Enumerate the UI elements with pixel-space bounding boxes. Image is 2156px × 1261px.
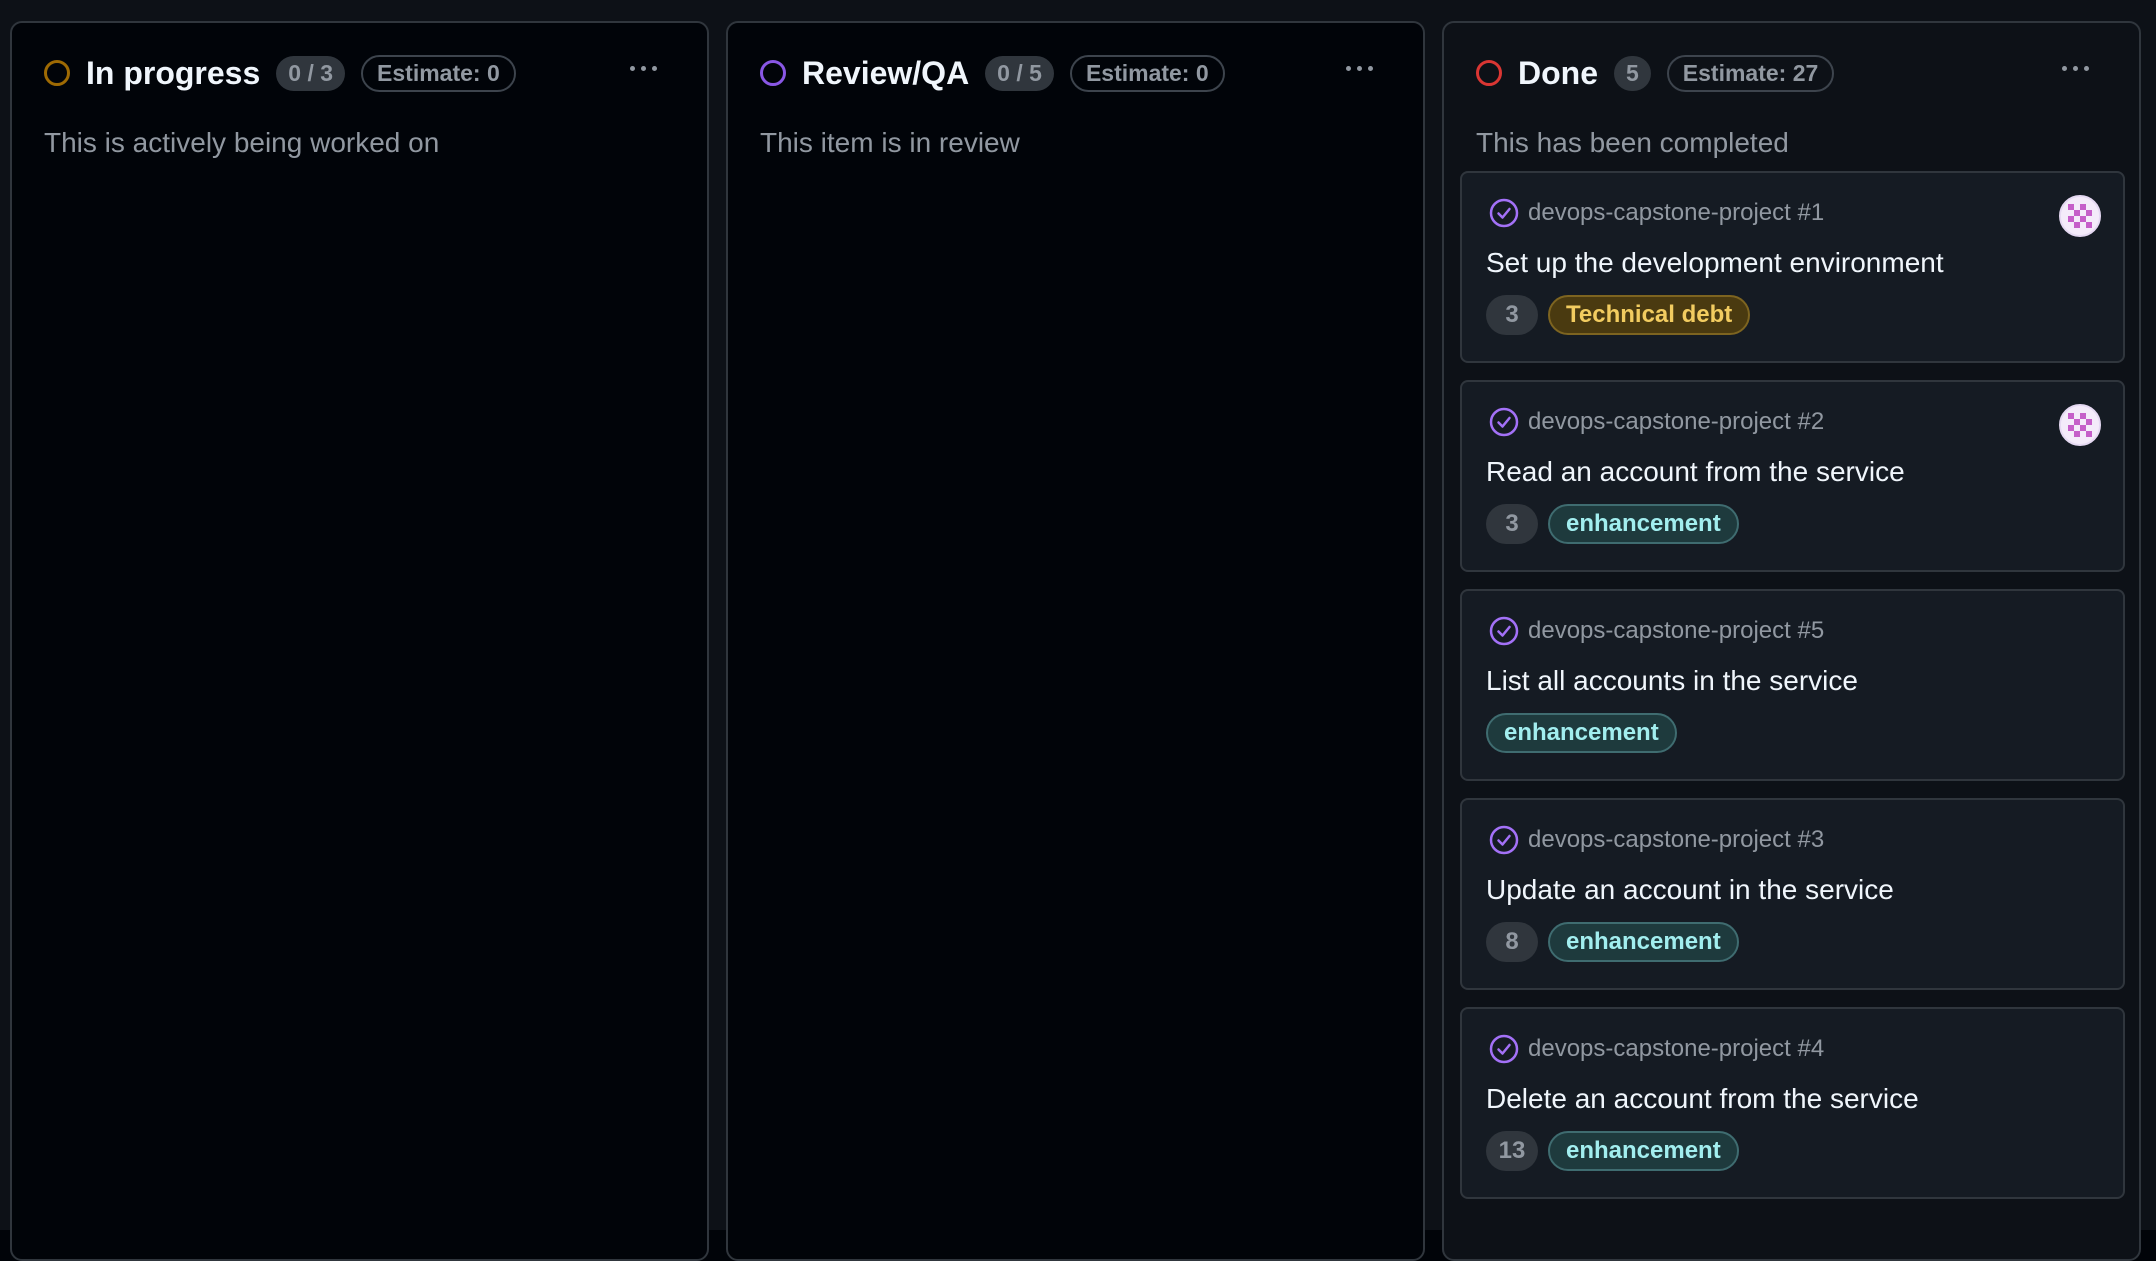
identicon-avatar-icon (2061, 406, 2099, 444)
identicon-avatar-icon (2061, 197, 2099, 235)
status-circle-icon (760, 60, 786, 86)
item-count-badge: 0 / 5 (985, 55, 1054, 91)
issue-title[interactable]: Set up the development environment (1486, 247, 1944, 279)
check-circle-icon (1489, 198, 1519, 228)
estimate-badge: Estimate: 27 (1666, 54, 1835, 92)
issue-reference-label: devops-capstone-project #2 (1528, 408, 1825, 435)
column-description: This is actively being worked on (44, 127, 440, 158)
issue-reference[interactable]: devops-capstone-project #2 (1488, 406, 1824, 438)
issue-meta: 3 Technical debt (1486, 295, 1751, 335)
estimate-points-badge: 13 (1486, 1131, 1538, 1171)
column-description: This item is in review (760, 127, 1020, 158)
item-count-badge: 5 (1614, 55, 1651, 91)
estimate-points-badge: 8 (1486, 922, 1538, 962)
issue-card[interactable]: devops-capstone-project #4 Delete an acc… (1460, 1007, 2125, 1199)
column-description: This has been completed (1476, 127, 1789, 158)
issue-label[interactable]: Technical debt (1548, 295, 1751, 335)
check-circle-icon (1489, 407, 1519, 437)
assignee-avatar[interactable] (2059, 404, 2101, 446)
issue-label[interactable]: enhancement (1548, 922, 1739, 962)
issue-reference[interactable]: devops-capstone-project #4 (1488, 1033, 1824, 1065)
issue-card[interactable]: devops-capstone-project #2 Read an accou… (1460, 380, 2125, 572)
issue-reference-label: devops-capstone-project #3 (1528, 826, 1825, 853)
column-done: Done 5 Estimate: 27 This has been comple… (1442, 21, 2141, 1261)
column-header: In progress 0 / 3 Estimate: 0 (44, 53, 683, 93)
issue-meta: 8 enhancement (1486, 922, 1739, 962)
item-count-badge: 0 / 3 (276, 55, 346, 91)
column-title: Review/QA (802, 54, 970, 91)
check-circle-icon (1489, 616, 1519, 646)
issue-label[interactable]: enhancement (1548, 504, 1739, 544)
issue-reference-label: devops-capstone-project #5 (1528, 617, 1825, 644)
status-circle-icon (44, 60, 70, 86)
estimate-points-badge: 3 (1486, 504, 1538, 544)
issue-card[interactable]: devops-capstone-project #3 Update an acc… (1460, 798, 2125, 990)
column-review-qa: Review/QA 0 / 5 Estimate: 0 This item is… (726, 21, 1425, 1261)
issue-title[interactable]: List all accounts in the service (1486, 665, 1858, 697)
issue-meta: enhancement (1486, 713, 1677, 753)
issue-label[interactable]: enhancement (1486, 713, 1677, 753)
issue-card[interactable]: devops-capstone-project #5 List all acco… (1460, 589, 2125, 781)
issue-title[interactable]: Update an account in the service (1486, 874, 1894, 906)
issue-reference[interactable]: devops-capstone-project #1 (1488, 197, 1824, 229)
column-menu-icon[interactable] (630, 53, 657, 83)
column-in-progress: In progress 0 / 3 Estimate: 0 This is ac… (10, 21, 709, 1261)
issue-title[interactable]: Delete an account from the service (1486, 1083, 1919, 1115)
issue-card[interactable]: devops-capstone-project #1 Set up the de… (1460, 171, 2125, 363)
check-circle-icon (1489, 825, 1519, 855)
column-header: Review/QA 0 / 5 Estimate: 0 (760, 53, 1399, 93)
issue-reference-label: devops-capstone-project #4 (1528, 1035, 1825, 1062)
estimate-points-badge: 3 (1486, 295, 1538, 335)
issue-meta: 3 enhancement (1486, 504, 1739, 544)
issue-reference-label: devops-capstone-project #1 (1528, 199, 1825, 226)
column-menu-icon[interactable] (2062, 53, 2089, 83)
issue-reference[interactable]: devops-capstone-project #5 (1488, 615, 1824, 647)
issue-meta: 13 enhancement (1486, 1131, 1739, 1171)
estimate-badge: Estimate: 0 (361, 54, 516, 92)
status-circle-icon (1476, 60, 1502, 86)
check-circle-icon (1489, 1034, 1519, 1064)
issue-title[interactable]: Read an account from the service (1486, 456, 1905, 488)
assignee-avatar[interactable] (2059, 195, 2101, 237)
issue-label[interactable]: enhancement (1548, 1131, 1739, 1171)
project-board: In progress 0 / 3 Estimate: 0 This is ac… (0, 0, 2156, 1261)
column-title: Done (1518, 54, 1598, 91)
column-header: Done 5 Estimate: 27 (1476, 53, 2115, 93)
issue-reference[interactable]: devops-capstone-project #3 (1488, 824, 1824, 856)
column-title: In progress (86, 54, 261, 91)
column-menu-icon[interactable] (1346, 53, 1373, 83)
card-list: devops-capstone-project #1 Set up the de… (1460, 171, 2125, 1216)
estimate-badge: Estimate: 0 (1069, 54, 1225, 92)
